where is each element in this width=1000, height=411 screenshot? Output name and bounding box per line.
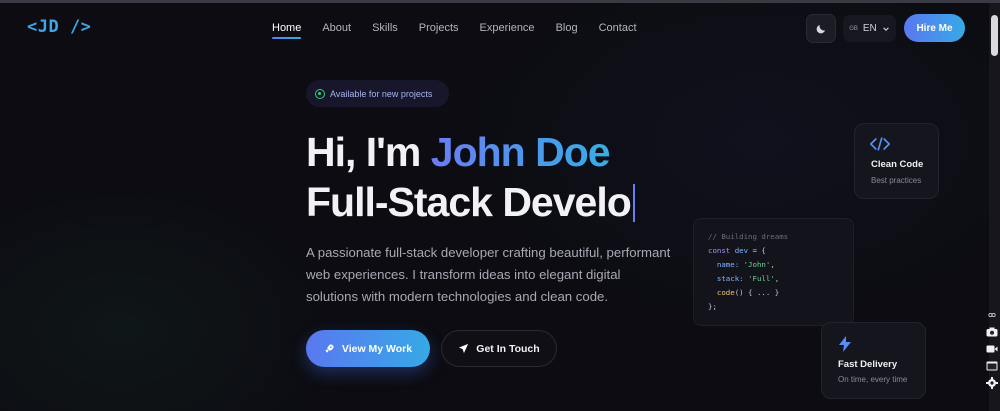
lightning-icon <box>839 336 851 352</box>
window-icon[interactable] <box>986 359 999 372</box>
side-tools <box>984 308 1000 389</box>
get-in-touch-button[interactable]: Get In Touch <box>441 330 557 367</box>
flag-gb-icon: GB <box>849 25 858 32</box>
scrollbar-thumb[interactable] <box>991 15 998 56</box>
hero-heading: Hi, I'm John Doe <box>306 128 611 176</box>
view-my-work-button[interactable]: View My Work <box>306 330 430 367</box>
settings-gear-icon[interactable] <box>986 376 999 389</box>
clean-code-card: Clean Code Best practices <box>854 123 939 199</box>
nav-item-experience[interactable]: Experience <box>480 22 535 39</box>
portfolio-page: <JD /> Home About Skills Projects Experi… <box>0 0 1000 411</box>
nav-item-blog[interactable]: Blog <box>556 22 578 39</box>
code-line-2: name: 'John', <box>708 260 775 269</box>
get-in-touch-label: Get In Touch <box>476 342 540 355</box>
typed-role-text: Full-Stack Develo <box>306 179 632 225</box>
hero-role: Full-Stack Develo <box>306 178 635 226</box>
hero-name: John Doe <box>430 129 611 175</box>
camera-icon[interactable] <box>986 325 999 338</box>
language-code: EN <box>862 23 877 34</box>
window-top-border <box>0 0 1000 3</box>
availability-text: Available for new projects <box>330 88 433 99</box>
fast-delivery-card: Fast Delivery On time, every time <box>821 322 926 399</box>
nav-item-projects[interactable]: Projects <box>419 22 459 39</box>
nav-item-contact[interactable]: Contact <box>599 22 637 39</box>
moon-icon <box>816 24 825 33</box>
site-logo[interactable]: <JD /> <box>27 17 91 37</box>
link-icon[interactable] <box>986 308 999 321</box>
send-icon <box>459 343 469 354</box>
status-dot-icon <box>315 88 325 99</box>
code-line-3: stack: 'Full', <box>708 274 780 283</box>
hero-description: A passionate full-stack developer crafti… <box>306 245 671 304</box>
typing-cursor <box>632 184 635 222</box>
theme-toggle-button[interactable] <box>806 14 836 43</box>
hire-me-button[interactable]: Hire Me <box>904 14 965 42</box>
main-nav: Home About Skills Projects Experience Bl… <box>272 22 658 39</box>
clean-code-title: Clean Code <box>871 159 924 170</box>
nav-item-skills[interactable]: Skills <box>372 22 398 39</box>
code-line-1: const dev = { <box>708 246 766 255</box>
availability-badge: Available for new projects <box>306 80 449 107</box>
code-comment: // Building dreams <box>708 232 789 241</box>
video-icon[interactable] <box>986 342 999 355</box>
code-line-4: code() { ... } <box>708 288 780 297</box>
clean-code-subtitle: Best practices <box>871 176 922 185</box>
code-line-5: }; <box>708 302 717 311</box>
code-snippet-card: // Building dreams const dev = { name: '… <box>693 218 854 326</box>
fast-delivery-title: Fast Delivery <box>838 359 898 370</box>
nav-item-about[interactable]: About <box>322 22 351 39</box>
rocket-icon <box>325 344 334 353</box>
chevron-down-icon <box>882 26 889 31</box>
code-icon <box>870 137 890 151</box>
fast-delivery-subtitle: On time, every time <box>838 375 908 384</box>
hero-greeting: Hi, I'm <box>306 129 431 175</box>
view-my-work-label: View My Work <box>341 342 413 355</box>
language-selector[interactable]: GB EN <box>843 15 896 42</box>
nav-item-home[interactable]: Home <box>272 22 302 39</box>
